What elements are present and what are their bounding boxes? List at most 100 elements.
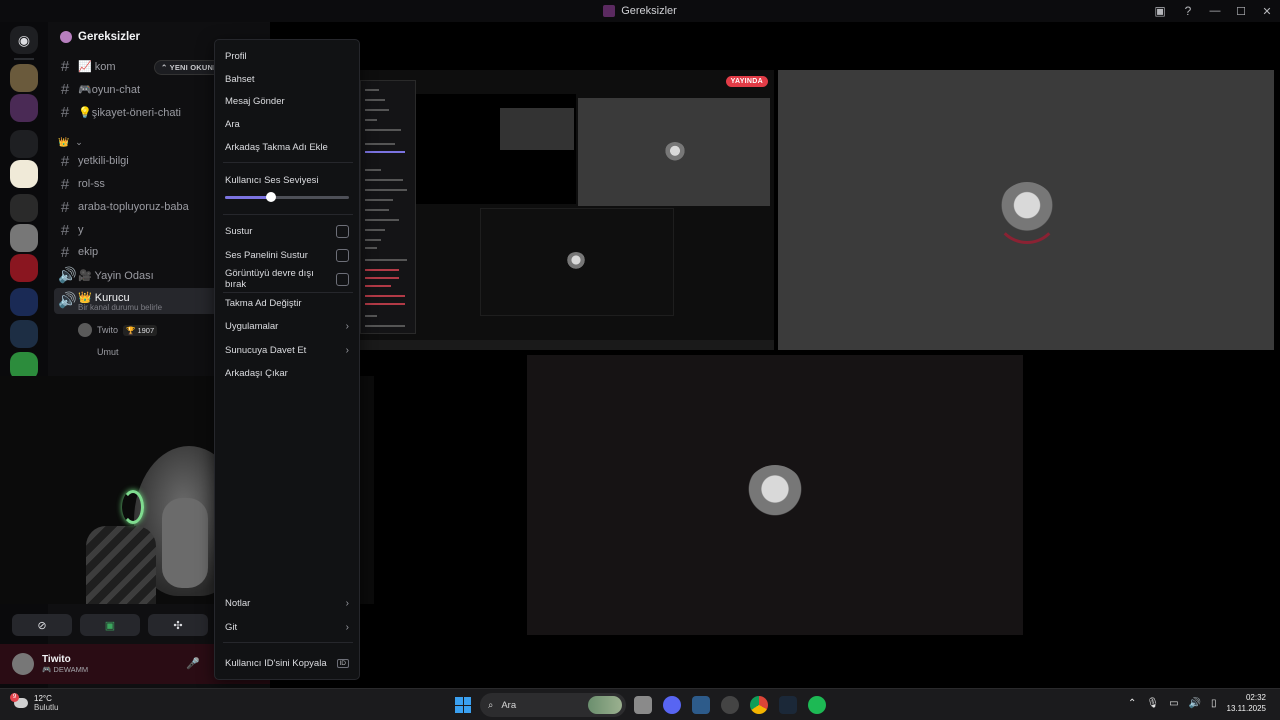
inbox-icon[interactable]: ▣ [1146,0,1174,22]
avatar [664,142,686,164]
windows-start-icon[interactable] [455,697,471,713]
menu-item-add-nickname[interactable]: Arkadaş Takma Adı Ekle [225,137,349,157]
chevron-right-icon: › [345,597,349,609]
help-icon[interactable]: ? [1174,0,1202,22]
server-icon[interactable] [10,224,38,252]
avatar [78,345,92,359]
menu-item-apps[interactable]: Uygulamalar › [225,316,349,336]
close-button[interactable]: ✕ [1254,0,1280,22]
menu-item-mute[interactable]: Sustur [225,221,349,241]
stream-preview-menu [360,80,416,334]
checkbox[interactable] [336,224,349,238]
avatar [745,465,805,525]
stream-tile[interactable]: YAYINDA [360,70,774,350]
menu-item-notes[interactable]: Notlar › [225,593,349,613]
microphone-icon[interactable]: 🎤 [186,657,200,670]
channel-item[interactable]: # 📈 kom [58,56,116,76]
hash-icon: # [60,243,70,261]
channel-item[interactable]: # y [58,220,84,240]
spotify-icon[interactable] [808,696,826,714]
volume-label: Kullanıcı Ses Seviyesi [225,175,319,186]
menu-item-message[interactable]: Mesaj Gönder [225,91,349,111]
window-title-text: Gereksizler [621,5,677,17]
server-icon[interactable] [10,94,38,122]
server-icon[interactable] [10,160,38,188]
channel-item[interactable]: # 💡şikayet-öneri-chati [58,102,181,122]
channel-item[interactable]: # araba-topluyoruz-baba [58,197,189,217]
category-header[interactable]: 👑 ⌄ [58,132,83,152]
server-icon[interactable] [10,288,38,316]
webcam-hand [162,498,208,588]
menu-item-mention[interactable]: Bahset [225,69,349,89]
menu-item-copy-id[interactable]: Kullanıcı ID'sini Kopyala ID [225,653,349,673]
server-icon[interactable] [10,194,38,222]
menu-divider [223,162,353,163]
battery-icon[interactable]: ▯ [1211,698,1217,709]
minimize-button[interactable]: — [1202,0,1228,22]
channel-item[interactable]: # yetkili-bilgi [58,151,129,171]
volume-slider[interactable] [225,192,349,202]
checkbox[interactable] [336,248,349,262]
menu-item-go[interactable]: Git › [225,617,349,637]
channel-item[interactable]: # 🎮oyun-chat [58,79,140,99]
screen-share-button[interactable]: ▣ [80,614,140,636]
menu-label: Arkadaşı Çıkar [225,367,288,379]
microphone-icon[interactable]: 🎙 [1146,698,1159,709]
menu-item-disable-video[interactable]: Görüntüyü devre dışı bırak [225,268,349,290]
channel-item[interactable]: # ekip [58,242,98,262]
discord-home-icon[interactable]: ◉ [10,26,38,54]
user-badge: 🏆 1907 [123,324,158,336]
menu-item-profile[interactable]: Profil [225,46,349,66]
taskbar-search[interactable]: ⌕ Ara [480,693,626,717]
rail-divider [14,58,34,60]
menu-label: Profil [225,50,247,62]
chevron-down-icon: ⌄ [75,136,83,147]
participant-tile[interactable] [778,70,1274,350]
search-icon: ⌕ [488,699,494,711]
steam-icon[interactable] [721,696,739,714]
channel-item[interactable]: # rol-ss [58,174,105,194]
voice-user[interactable]: Twito 🏆 1907 [78,321,158,339]
chevron-up-icon[interactable]: ⌃ [1128,698,1136,709]
server-icon[interactable] [10,254,38,282]
menu-item-invite[interactable]: Sunucuya Davet Et › [225,340,349,360]
menu-label: Sustur [225,225,253,237]
checkbox[interactable] [336,272,349,286]
camera-off-button[interactable]: ⊘ [12,614,72,636]
network-icon[interactable]: ▭ [1169,698,1178,709]
menu-label: Uygulamalar [225,320,279,332]
menu-label: Ara [225,118,240,130]
menu-item-mute-soundboard[interactable]: Ses Panelini Sustur [225,245,349,265]
activities-button[interactable]: ✣ [148,614,208,636]
avatar[interactable] [12,653,34,675]
maximize-button[interactable]: ☐ [1228,0,1254,22]
server-icon[interactable] [10,64,38,92]
chrome-icon[interactable] [750,696,768,714]
window-title: Gereksizler [603,5,677,17]
chevron-right-icon: › [345,621,349,633]
app-icon[interactable] [692,696,710,714]
voice-user-name: Umut [97,347,119,357]
voice-channel-stage[interactable]: 🔊 🎥 Yayin Odası [58,265,154,285]
weather-widget[interactable]: 9 12°C Bulutlu [10,693,58,712]
server-icon[interactable] [10,320,38,348]
steam-icon[interactable] [779,696,797,714]
menu-label: Git [225,621,238,633]
discord-icon[interactable] [663,696,681,714]
channel-status-hint[interactable]: Bir kanal durumu belirle [78,303,162,312]
task-view-icon[interactable] [634,696,652,714]
participant-tile[interactable] [527,355,1023,635]
menu-item-call[interactable]: Ara [225,114,349,134]
clock-date: 13.11.2025 [1226,704,1266,713]
volume-knob[interactable] [265,192,276,202]
hash-icon: # [60,221,70,239]
menu-item-remove-friend[interactable]: Arkadaşı Çıkar [225,363,349,383]
voice-user[interactable]: Umut [78,343,119,361]
hash-icon: # [60,152,70,170]
clock[interactable]: 02:32 13.11.2025 [1227,692,1266,714]
menu-item-change-nickname[interactable]: Takma Ad Değiştir [225,293,349,313]
folder-icon[interactable] [10,130,38,158]
speaker-active-icon: 🔊 [58,292,77,309]
channel-label: ekip [78,246,99,258]
volume-icon[interactable]: 🔊 [1189,698,1201,709]
